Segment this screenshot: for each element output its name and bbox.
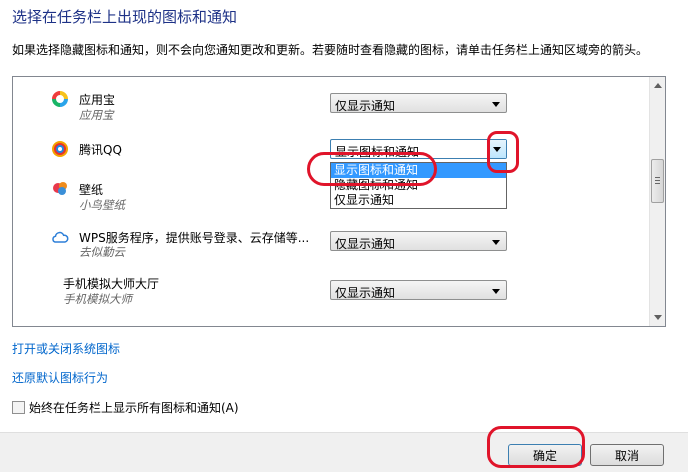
app-subtitle: 去似勤云 — [79, 245, 125, 259]
app-subtitle: 小鸟壁纸 — [79, 198, 125, 212]
link-restore-defaults[interactable]: 还原默认图标行为 — [12, 369, 108, 386]
select-value: 仅显示通知 — [335, 99, 396, 113]
app-subtitle: 手机模拟大师 — [63, 292, 132, 306]
list-scrollbar[interactable] — [649, 77, 665, 326]
dialog-title: 选择在任务栏上出现的图标和通知 — [12, 8, 238, 26]
behavior-select[interactable]: 仅显示通知 — [330, 280, 507, 300]
chevron-down-icon — [492, 240, 500, 245]
yingyongbao-icon — [52, 91, 68, 107]
chevron-down-icon — [492, 102, 500, 107]
dropdown-option-notify-only[interactable]: 仅显示通知 — [331, 193, 506, 208]
list-item-wps: WPS服务程序，提供账号登录、云存储等... 去似勤云 仅显示通知 — [13, 225, 649, 273]
behavior-select[interactable]: 仅显示通知 — [330, 231, 507, 251]
wallpaper-icon — [53, 182, 67, 195]
chevron-down-icon — [492, 289, 500, 294]
cloud-icon — [52, 231, 69, 243]
annotation-circle-ok-button — [487, 426, 585, 468]
qq-icon — [52, 141, 68, 157]
notification-icon-list[interactable]: 应用宝 应用宝 仅显示通知 腾讯QQ 显示图标和通知 壁纸 小鸟壁纸 WPS服务… — [12, 76, 666, 327]
behavior-select[interactable]: 仅显示通知 — [330, 93, 507, 113]
scroll-up-icon[interactable] — [654, 83, 662, 88]
annotation-circle-selected-option — [307, 152, 437, 186]
list-item-yingyongbao: 应用宝 应用宝 仅显示通知 — [13, 83, 649, 131]
app-name: 应用宝 — [79, 93, 116, 107]
cancel-button[interactable]: 取消 — [590, 444, 664, 466]
select-value: 仅显示通知 — [335, 237, 396, 251]
checkbox-label: 始终在任务栏上显示所有图标和通知(A) — [29, 401, 239, 415]
annotation-circle-dropdown-button — [487, 131, 519, 173]
dialog-description: 如果选择隐藏图标和通知，则不会向您通知更改和更新。若要随时查看隐藏的图标，请单击… — [12, 43, 649, 57]
checkbox-box[interactable] — [12, 401, 25, 414]
app-name: 手机模拟大师大厅 — [63, 277, 160, 291]
link-system-icons[interactable]: 打开或关闭系统图标 — [12, 340, 120, 357]
app-name: 壁纸 — [79, 183, 104, 197]
show-all-icons-checkbox[interactable]: 始终在任务栏上显示所有图标和通知(A) — [12, 399, 239, 416]
scrollbar-thumb[interactable] — [651, 159, 664, 203]
scroll-down-icon[interactable] — [654, 315, 662, 320]
list-item-simulator: 手机模拟大师大厅 手机模拟大师 仅显示通知 — [13, 273, 649, 321]
app-subtitle: 应用宝 — [79, 108, 114, 122]
select-value: 仅显示通知 — [335, 286, 396, 300]
app-name: 腾讯QQ — [79, 143, 122, 157]
